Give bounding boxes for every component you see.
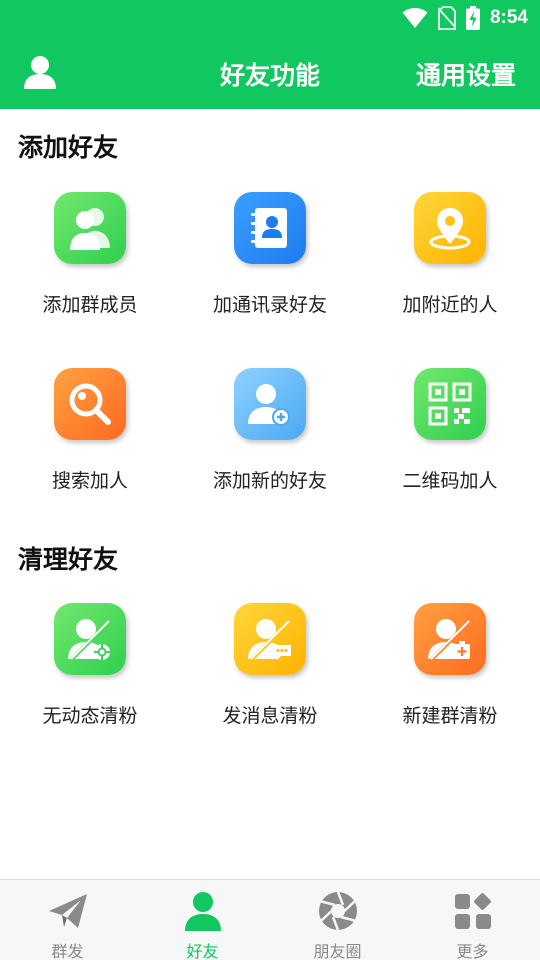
search-icon: [69, 383, 111, 425]
clean-by-new-group-button[interactable]: 新建群清粉: [360, 603, 540, 753]
page-title: 好友功能: [219, 61, 320, 90]
tile-label: 添加新的好友: [212, 470, 327, 492]
tile-label: 添加群成员: [42, 294, 138, 316]
tile-label: 新建群清粉: [402, 705, 498, 727]
status-time: 8:54: [489, 7, 528, 28]
tile-label: 加通讯录好友: [212, 294, 327, 316]
user-no-moments-icon: [68, 619, 112, 663]
location-pin-icon: [429, 208, 471, 250]
section-title-clean-friends: 清理好友: [18, 545, 119, 574]
nav-label: 好友: [186, 942, 219, 960]
add-user-icon: [248, 384, 290, 426]
user-icon: [24, 56, 56, 89]
user-new-group-icon: [428, 619, 472, 663]
group-members-icon: [70, 208, 110, 250]
paper-plane-icon: [49, 894, 87, 928]
user-icon: [185, 892, 221, 931]
tile-label: 加附近的人: [402, 294, 498, 316]
qr-code-icon: [428, 382, 472, 426]
nav-label: 朋友圈: [313, 942, 362, 960]
add-contacts-friends-button[interactable]: 加通讯录好友: [180, 192, 360, 342]
no-sim-icon: [437, 6, 456, 30]
status-bar: 8:54: [0, 0, 540, 36]
tile-label: 二维码加人: [402, 470, 498, 492]
wifi-icon: [402, 8, 428, 28]
general-settings-button[interactable]: 通用设置: [416, 56, 516, 92]
more-grid-icon: [455, 893, 491, 929]
qr-code-add-button[interactable]: 二维码加人: [360, 368, 540, 518]
section-title-add-friends: 添加好友: [18, 133, 119, 162]
add-group-members-button[interactable]: 添加群成员: [0, 192, 180, 342]
nav-label: 群发: [51, 942, 84, 960]
tile-label: 无动态清粉: [42, 705, 138, 727]
add-new-friends-button[interactable]: 添加新的好友: [180, 368, 360, 518]
search-add-people-button[interactable]: 搜索加人: [0, 368, 180, 518]
tile-label: 发消息清粉: [222, 705, 318, 727]
nav-label: 更多: [456, 942, 489, 960]
app-header: 好友功能 通用设置: [0, 36, 540, 109]
nav-item-mass-send[interactable]: 群发: [0, 880, 135, 960]
clean-by-message-button[interactable]: 发消息清粉: [180, 603, 360, 753]
user-message-icon: [248, 619, 292, 663]
profile-button[interactable]: [22, 54, 58, 90]
nav-item-moments[interactable]: 朋友圈: [270, 880, 405, 960]
bottom-nav: 群发 好友 朋友圈 更多: [0, 879, 540, 960]
nav-item-more[interactable]: 更多: [405, 880, 540, 960]
clean-by-no-moments-button[interactable]: 无动态清粉: [0, 603, 180, 753]
add-nearby-people-button[interactable]: 加附近的人: [360, 192, 540, 342]
tile-label: 搜索加人: [51, 470, 128, 492]
battery-charging-icon: [465, 6, 480, 30]
contacts-book-icon: [251, 208, 287, 248]
camera-shutter-icon: [319, 891, 357, 931]
nav-item-friends[interactable]: 好友: [135, 880, 270, 960]
